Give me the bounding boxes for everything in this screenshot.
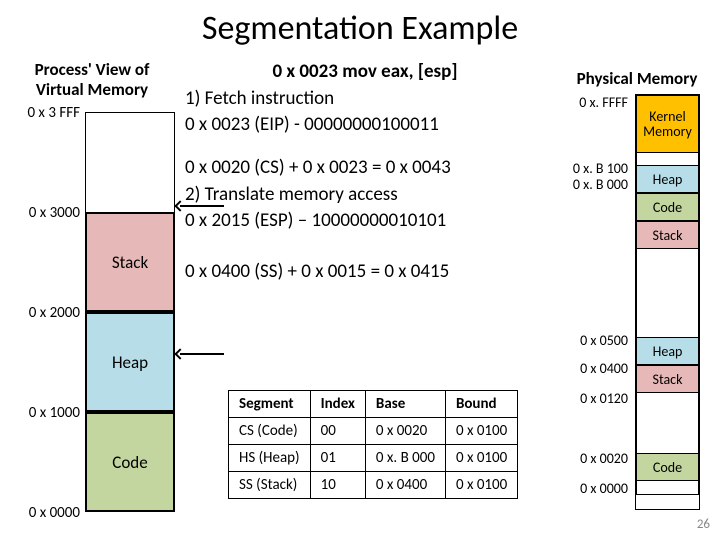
pv-addr-0000: 0 x 0000	[10, 504, 80, 522]
pv-addr-2000: 0 x 2000	[10, 304, 80, 322]
pm-heap-segment-2: Heap	[636, 337, 699, 365]
segment-table: Segment Index Base Bound CS (Code) 00 0 …	[228, 390, 518, 499]
ss-line: 0 x 0400 (SS) + 0 x 0015 = 0 x 0415	[185, 260, 545, 285]
pv-addr-3fff: 0 x 3 FFF	[10, 104, 80, 122]
process-virtual-memory-column: Stack Heap Code	[85, 112, 175, 512]
fetch-line-1: 1) Fetch instruction	[185, 87, 545, 112]
pv-addr-3000: 0 x 3000	[10, 204, 80, 222]
pm-addr-0020: 0 x 0020	[558, 450, 628, 467]
explanation-block: 0 x 0023 mov eax, [esp] 1) Fetch instruc…	[185, 60, 545, 287]
cell: 0 x. B 000	[365, 445, 445, 472]
cell: 0 x 0100	[445, 418, 517, 445]
pm-gap	[636, 393, 699, 453]
pm-code-segment-2: Code	[636, 453, 699, 481]
seg-th-segment: Segment	[229, 391, 311, 418]
cell: HS (Heap)	[229, 445, 311, 472]
physical-memory-label: Physical Memory	[562, 68, 712, 89]
pv-stack-segment: Stack	[85, 212, 175, 312]
pm-heap-segment-1: Heap	[636, 165, 699, 193]
seg-th-base: Base	[365, 391, 445, 418]
pv-heap-segment: Heap	[85, 312, 175, 412]
seg-th-index: Index	[310, 391, 365, 418]
pm-code-segment-1: Code	[636, 193, 699, 221]
arrow-line	[180, 205, 224, 207]
pm-addr-0500: 0 x 0500	[558, 332, 628, 349]
cell: 0 x 0100	[445, 472, 517, 499]
cell: 0 x 0100	[445, 445, 517, 472]
process-view-label: Process' View of Virtual Memory	[12, 60, 172, 99]
pv-gap	[85, 112, 175, 212]
pm-addr-0400: 0 x 0400	[558, 360, 628, 377]
pv-code-segment: Code	[85, 412, 175, 512]
physical-memory-column: Kernel Memory Heap Code Stack Heap Stack…	[635, 94, 700, 510]
cell: 00	[310, 418, 365, 445]
translate-line-2: 2) Translate memory access	[185, 183, 545, 208]
pm-gap	[636, 249, 699, 337]
pm-gap	[636, 481, 699, 495]
page-number: 26	[697, 517, 710, 532]
instruction-line: 0 x 0023 mov eax, [esp]	[185, 60, 545, 85]
pm-addr-0000: 0 x 0000	[558, 480, 628, 497]
cell: 10	[310, 472, 365, 499]
cell: 0 x 0020	[365, 418, 445, 445]
pm-stack-segment-2: Stack	[636, 365, 699, 393]
pm-addr-b100: 0 x. B 100	[558, 160, 628, 177]
table-row: CS (Code) 00 0 x 0020 0 x 0100	[229, 418, 518, 445]
pm-kernel-segment: Kernel Memory	[636, 95, 699, 153]
translate-line-1: 0 x 0020 (CS) + 0 x 0023 = 0 x 0043	[185, 156, 545, 181]
pm-addr-0120: 0 x 0120	[558, 390, 628, 407]
pm-addr-b000: 0 x. B 000	[558, 176, 628, 193]
cell: CS (Code)	[229, 418, 311, 445]
cell: 0 x 0400	[365, 472, 445, 499]
arrow-line	[180, 353, 224, 355]
seg-th-bound: Bound	[445, 391, 517, 418]
fetch-line-2: 0 x 0023 (EIP) - 00000000100011	[185, 113, 545, 138]
pm-stack-segment-1: Stack	[636, 221, 699, 249]
cell: SS (Stack)	[229, 472, 311, 499]
cell: 01	[310, 445, 365, 472]
translate-line-3: 0 x 2015 (ESP) – 10000000010101	[185, 209, 545, 234]
page-title: Segmentation Example	[0, 0, 720, 49]
pm-addr-ffff: 0 x. FFFF	[558, 94, 628, 111]
pv-addr-1000: 0 x 1000	[10, 404, 80, 422]
table-row: SS (Stack) 10 0 x 0400 0 x 0100	[229, 472, 518, 499]
pm-gap	[636, 153, 699, 165]
table-row: HS (Heap) 01 0 x. B 000 0 x 0100	[229, 445, 518, 472]
